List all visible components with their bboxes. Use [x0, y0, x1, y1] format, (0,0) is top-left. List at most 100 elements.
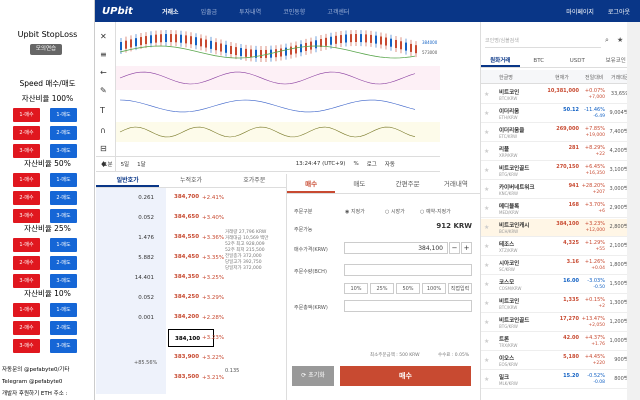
favorite-star-icon[interactable]: ★	[484, 110, 489, 117]
favorite-star-icon[interactable]: ★	[484, 319, 489, 326]
price-chart[interactable]: 384000 573000	[116, 22, 440, 156]
orderbook-row[interactable]: 383,500 +3.21%	[96, 368, 286, 388]
search-input[interactable]: 코인명/심볼검색	[485, 34, 601, 48]
radio-market[interactable]: ○ 시장가	[385, 208, 405, 215]
market-row[interactable]: ★ 비트코인캐시 BCH/KRW 384,100 +3.23% +12,000 2,800백…	[481, 219, 635, 237]
scrollbar[interactable]	[627, 22, 640, 400]
orderbook-row[interactable]: 0.052 384,250 +3.29%	[96, 288, 286, 308]
buy-3-button-2[interactable]: 3-매수	[13, 274, 40, 288]
lock-icon[interactable]: ⊟	[100, 144, 107, 153]
market-row[interactable]: ★ 밀크 MLK/KRW 15.20 -0.52% -0.08 800백만	[481, 371, 635, 389]
price-input[interactable]: 384,100	[344, 242, 448, 254]
buy-3-button-0[interactable]: 3-매수	[13, 144, 40, 158]
market-row[interactable]: ★ 이더리움클 ETC/KRW 269,000 +7.85% +19,000 7,400백만	[481, 124, 635, 142]
market-row[interactable]: ★ 카이버네트워크 KNC/KRW 941 +28.20% +207 3,000백만	[481, 181, 635, 199]
market-row[interactable]: ★ 리플 XRP/KRW 281 +8.29% +22 4,200백만	[481, 143, 635, 161]
arrow-left-icon[interactable]: ←	[100, 68, 107, 77]
tab-buy[interactable]: 매수	[287, 174, 336, 193]
buy-1-button-2[interactable]: 1-매수	[13, 238, 40, 252]
period-1m[interactable]: 1분	[104, 160, 113, 168]
sell-2-button-0[interactable]: 2-매도	[50, 126, 77, 140]
upbit-logo[interactable]: UPbit	[102, 6, 162, 17]
nav-investments[interactable]: 투자내역	[239, 7, 261, 16]
favorite-star-icon[interactable]: ★	[484, 186, 489, 193]
pct-50-button[interactable]: 50%	[396, 283, 420, 294]
sell-1-button-1[interactable]: 1-매도	[50, 173, 77, 187]
market-row[interactable]: ★ 이더리움 ETH/KRW 50.12 -11.46% -6.49 9,004백만	[481, 105, 635, 123]
nav-support[interactable]: 고객센터	[327, 7, 349, 16]
market-row[interactable]: ★ 트론 TRX/KRW 42.00 +4.37% +1.76 1,000백만	[481, 333, 635, 351]
pct-custom-button[interactable]: 직접입력	[448, 283, 472, 294]
favorite-star-icon[interactable]: ★	[484, 376, 489, 383]
favorite-star-icon[interactable]: ★	[484, 167, 489, 174]
tab-history[interactable]: 거래내역	[432, 174, 480, 193]
market-row[interactable]: ★ 코스모 COSM/KRW 16.00 -3.03% -0.50 1,500백만	[481, 276, 635, 294]
favorite-star-icon[interactable]: ★	[484, 357, 489, 364]
favorite-star-icon[interactable]: ★	[484, 243, 489, 250]
head-name[interactable]: 한글명	[499, 74, 513, 81]
orderbook-row[interactable]: 0.052 384,650 +3.40%	[96, 208, 286, 228]
favorite-star-icon[interactable]: ★	[484, 205, 489, 212]
buy-2-button-3[interactable]: 2-매수	[13, 321, 40, 335]
sell-3-button-2[interactable]: 3-매도	[50, 274, 77, 288]
sell-1-button-2[interactable]: 1-매도	[50, 238, 77, 252]
price-plus-button[interactable]: +	[461, 242, 472, 254]
favorite-star-icon[interactable]: ★	[484, 129, 489, 136]
tab-usdt[interactable]: USDT	[558, 54, 597, 67]
pct-100-button[interactable]: 100%	[422, 283, 446, 294]
favorite-star-icon[interactable]: ★	[484, 281, 489, 288]
sell-3-button-1[interactable]: 3-매도	[50, 209, 77, 223]
nav-logout[interactable]: 로그아웃	[608, 7, 630, 16]
lines-icon[interactable]: ≡	[100, 50, 107, 59]
favorite-star-icon[interactable]: ★	[484, 262, 489, 269]
favorite-star-icon[interactable]: ★	[484, 338, 489, 345]
head-price[interactable]: 현재가	[555, 74, 569, 81]
sell-1-button-0[interactable]: 1-매도	[50, 108, 77, 122]
tab-btc[interactable]: BTC	[520, 54, 559, 67]
tab-sell[interactable]: 매도	[335, 174, 383, 193]
market-row[interactable]: ★ 비트코인 BTC/KRW 1,335 +0.15% +2 1,300백만	[481, 295, 635, 313]
radio-reserved[interactable]: ○ 예약-지정가	[420, 208, 451, 215]
market-row[interactable]: ★ 시아코인 SC/KRW 3.16 +1.26% +0.04 1,800백만	[481, 257, 635, 275]
pencil-icon[interactable]: ✎	[100, 86, 107, 95]
buy-1-button-3[interactable]: 1-매수	[13, 303, 40, 317]
period-1mo[interactable]: 1달	[137, 160, 146, 168]
orderbook-row[interactable]: 0.001 384,200 +2.28%	[96, 308, 286, 328]
orderbook-row[interactable]: 0.261 384,700 +2.41%	[96, 188, 286, 208]
favorite-star-icon[interactable]: ★	[484, 224, 489, 231]
tab-cumulative-book[interactable]: 누적호가	[159, 174, 222, 187]
auto-toggle[interactable]: 자동	[385, 160, 395, 168]
radio-limit[interactable]: ◉ 지정가	[345, 208, 365, 215]
total-input[interactable]	[344, 300, 472, 312]
log-toggle[interactable]: 로그	[367, 160, 377, 168]
nav-exchange[interactable]: 거래소	[162, 7, 179, 16]
favorite-star-icon[interactable]: ★	[484, 300, 489, 307]
sell-1-button-3[interactable]: 1-매도	[50, 303, 77, 317]
favorite-star-icon[interactable]: ★	[484, 91, 489, 98]
buy-3-button-3[interactable]: 3-매수	[13, 339, 40, 353]
favorite-star-icon[interactable]: ★	[484, 148, 489, 155]
buy-1-button-1[interactable]: 1-매수	[13, 173, 40, 187]
market-row[interactable]: ★ 테조스 XTZ/KRW 4,325 +1.29% +55 2,100백만	[481, 238, 635, 256]
nav-mypage[interactable]: 마이페이지	[566, 7, 594, 16]
nav-deposit[interactable]: 입출금	[201, 7, 218, 16]
market-row[interactable]: ★ 비트코인골드 BTG/KRW 17,270 +13.47% +2,050 1,200백만	[481, 314, 635, 332]
sell-3-button-3[interactable]: 3-매도	[50, 339, 77, 353]
nav-trends[interactable]: 코인동향	[283, 7, 305, 16]
period-5d[interactable]: 5일	[121, 160, 130, 168]
tab-book-order[interactable]: 호가주문	[223, 174, 286, 187]
price-minus-button[interactable]: −	[449, 242, 460, 254]
market-row[interactable]: ★ 이오스 EOS/KRW 5,180 +4.45% +220 900백만	[481, 352, 635, 370]
buy-2-button-2[interactable]: 2-매수	[13, 256, 40, 270]
pct-10-button[interactable]: 10%	[344, 283, 368, 294]
buy-button[interactable]: 매수	[340, 366, 471, 386]
text-icon[interactable]: T	[100, 106, 105, 115]
tab-normal-book[interactable]: 일반호가	[96, 174, 160, 187]
orderbook-row[interactable]: 384,100 +3.23%	[96, 328, 286, 348]
market-row[interactable]: ★ 메디블록 MED/KRW 168 +3.70% +6 2,900백만	[481, 200, 635, 218]
sell-2-button-2[interactable]: 2-매도	[50, 256, 77, 270]
qty-input[interactable]	[344, 264, 472, 276]
magnet-icon[interactable]: ∩	[100, 126, 106, 135]
pct-toggle[interactable]: %	[353, 161, 358, 167]
buy-2-button-1[interactable]: 2-매수	[13, 191, 40, 205]
